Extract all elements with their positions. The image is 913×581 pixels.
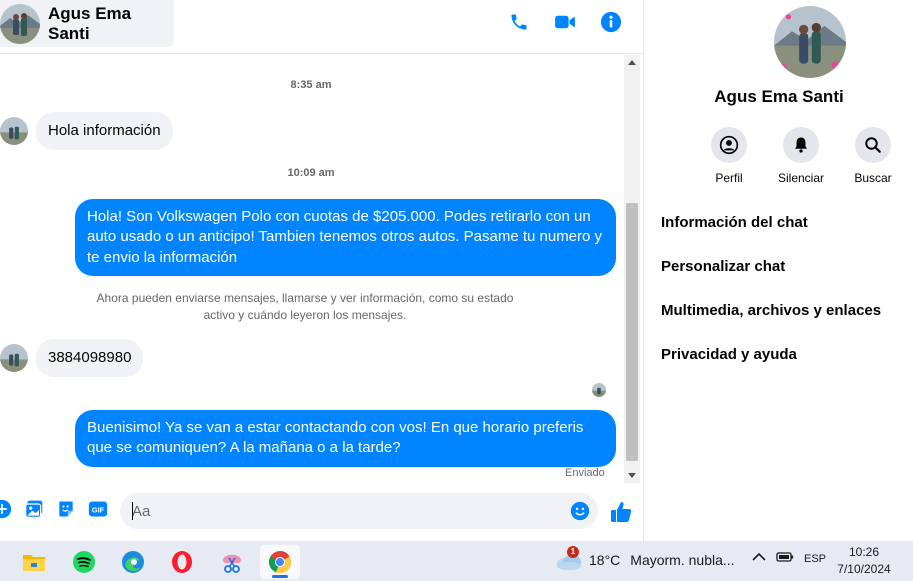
file-explorer-icon[interactable] [14,545,54,579]
emoji-icon[interactable] [570,501,590,521]
message-list: 8:35 am Hola información 10:09 am Hola! … [0,55,622,483]
spotify-icon[interactable] [64,545,104,579]
cloudy-weather-icon: 1 [555,546,583,571]
contact-actions: Perfil Silenciar Buscar [704,127,898,185]
sent-status: Enviado [565,467,605,479]
battery-icon[interactable] [776,551,794,566]
weather-temperature: 18°C [589,552,621,568]
app-window: Agus Ema Santi 8:35 am Hola información … [0,0,913,581]
chrome-icon[interactable] [260,545,300,579]
menu-privacy-help[interactable]: Privacidad y ayuda [661,344,881,388]
message-scrollbar[interactable] [624,55,640,483]
header-contact[interactable]: Agus Ema Santi [0,0,174,47]
outgoing-message-bubble[interactable]: Buenisimo! Ya se van a estar contactando… [75,410,616,467]
menu-media-files-links[interactable]: Multimedia, archivos y enlaces [661,300,881,344]
contact-avatar-large[interactable] [774,6,846,78]
scroll-up-icon[interactable] [628,60,636,65]
message-bubble[interactable]: 3884098980 [36,339,144,377]
sender-avatar[interactable] [0,116,28,145]
header-actions [507,10,623,34]
photo-icon[interactable] [24,499,44,519]
active-app-indicator [272,575,288,578]
clock-date: 7/10/2024 [837,562,891,576]
contact-name-large: Agus Ema Santi [714,87,844,106]
search-label: Buscar [854,171,892,185]
menu-chat-info[interactable]: Información del chat [661,212,881,256]
thumbs-up-icon[interactable] [609,500,633,524]
system-tray: ESP [752,551,826,566]
conversation-details-panel: Agus Ema Santi Perfil Silenciar Buscar I… [643,0,913,541]
composer-actions: GIF [0,499,108,519]
system-notice: Ahora pueden enviarse mensajes, llamarse… [96,291,514,322]
chevron-up-icon[interactable] [752,552,766,565]
mute-button[interactable]: Silenciar [776,127,826,185]
message-timestamp: 10:09 am [287,167,335,179]
scroll-thumb[interactable] [626,203,638,461]
weather-notification-badge: 1 [567,546,579,558]
text-caret [132,502,133,520]
message-input[interactable] [132,502,552,520]
message-timestamp: 8:35 am [290,79,332,91]
info-icon[interactable] [599,10,623,34]
plus-icon[interactable] [0,499,12,519]
outgoing-message-bubble[interactable]: Hola! Son Volkswagen Polo con cuotas de … [75,199,616,276]
opera-icon[interactable] [162,545,202,579]
profile-button[interactable]: Perfil [704,127,754,185]
gif-label: GIF [92,505,105,514]
profile-icon[interactable] [711,127,747,163]
message-composer: GIF [0,484,643,541]
incoming-message: Hola información [0,112,173,150]
chat-pane: Agus Ema Santi 8:35 am Hola información … [0,0,643,541]
sender-avatar[interactable] [0,343,28,372]
read-receipt-avatar [592,383,606,397]
clock-time: 10:26 [848,545,880,559]
scroll-down-icon[interactable] [628,473,636,478]
taskbar-clock[interactable]: 10:26 7/10/2024 [833,544,895,578]
edge-icon[interactable] [113,545,153,579]
contact-name: Agus Ema Santi [48,3,132,43]
weather-widget[interactable]: 1 18°C Mayorm. nubla... [555,546,735,571]
snipping-tool-icon[interactable] [212,545,252,579]
message-bubble[interactable]: Hola información [36,112,173,150]
weather-description: Mayorm. nubla... [630,552,735,568]
bell-icon[interactable] [783,127,819,163]
phone-icon[interactable] [507,10,531,34]
contact-avatar[interactable] [0,3,40,44]
menu-customize-chat[interactable]: Personalizar chat [661,256,881,300]
sticker-icon[interactable] [56,499,76,519]
gif-icon[interactable]: GIF [88,499,108,519]
mute-label: Silenciar [777,171,825,185]
chat-header: Agus Ema Santi [0,0,643,54]
video-call-icon[interactable] [553,10,577,34]
windows-taskbar: 1 18°C Mayorm. nubla... ESP 10:26 7/10/2… [0,541,913,581]
profile-label: Perfil [715,171,743,185]
incoming-message: 3884098980 [0,339,144,377]
details-menu: Información del chat Personalizar chat M… [661,212,881,388]
message-input-wrapper[interactable] [120,493,598,529]
search-button[interactable]: Buscar [848,127,898,185]
language-indicator[interactable]: ESP [804,553,826,565]
search-icon[interactable] [855,127,891,163]
